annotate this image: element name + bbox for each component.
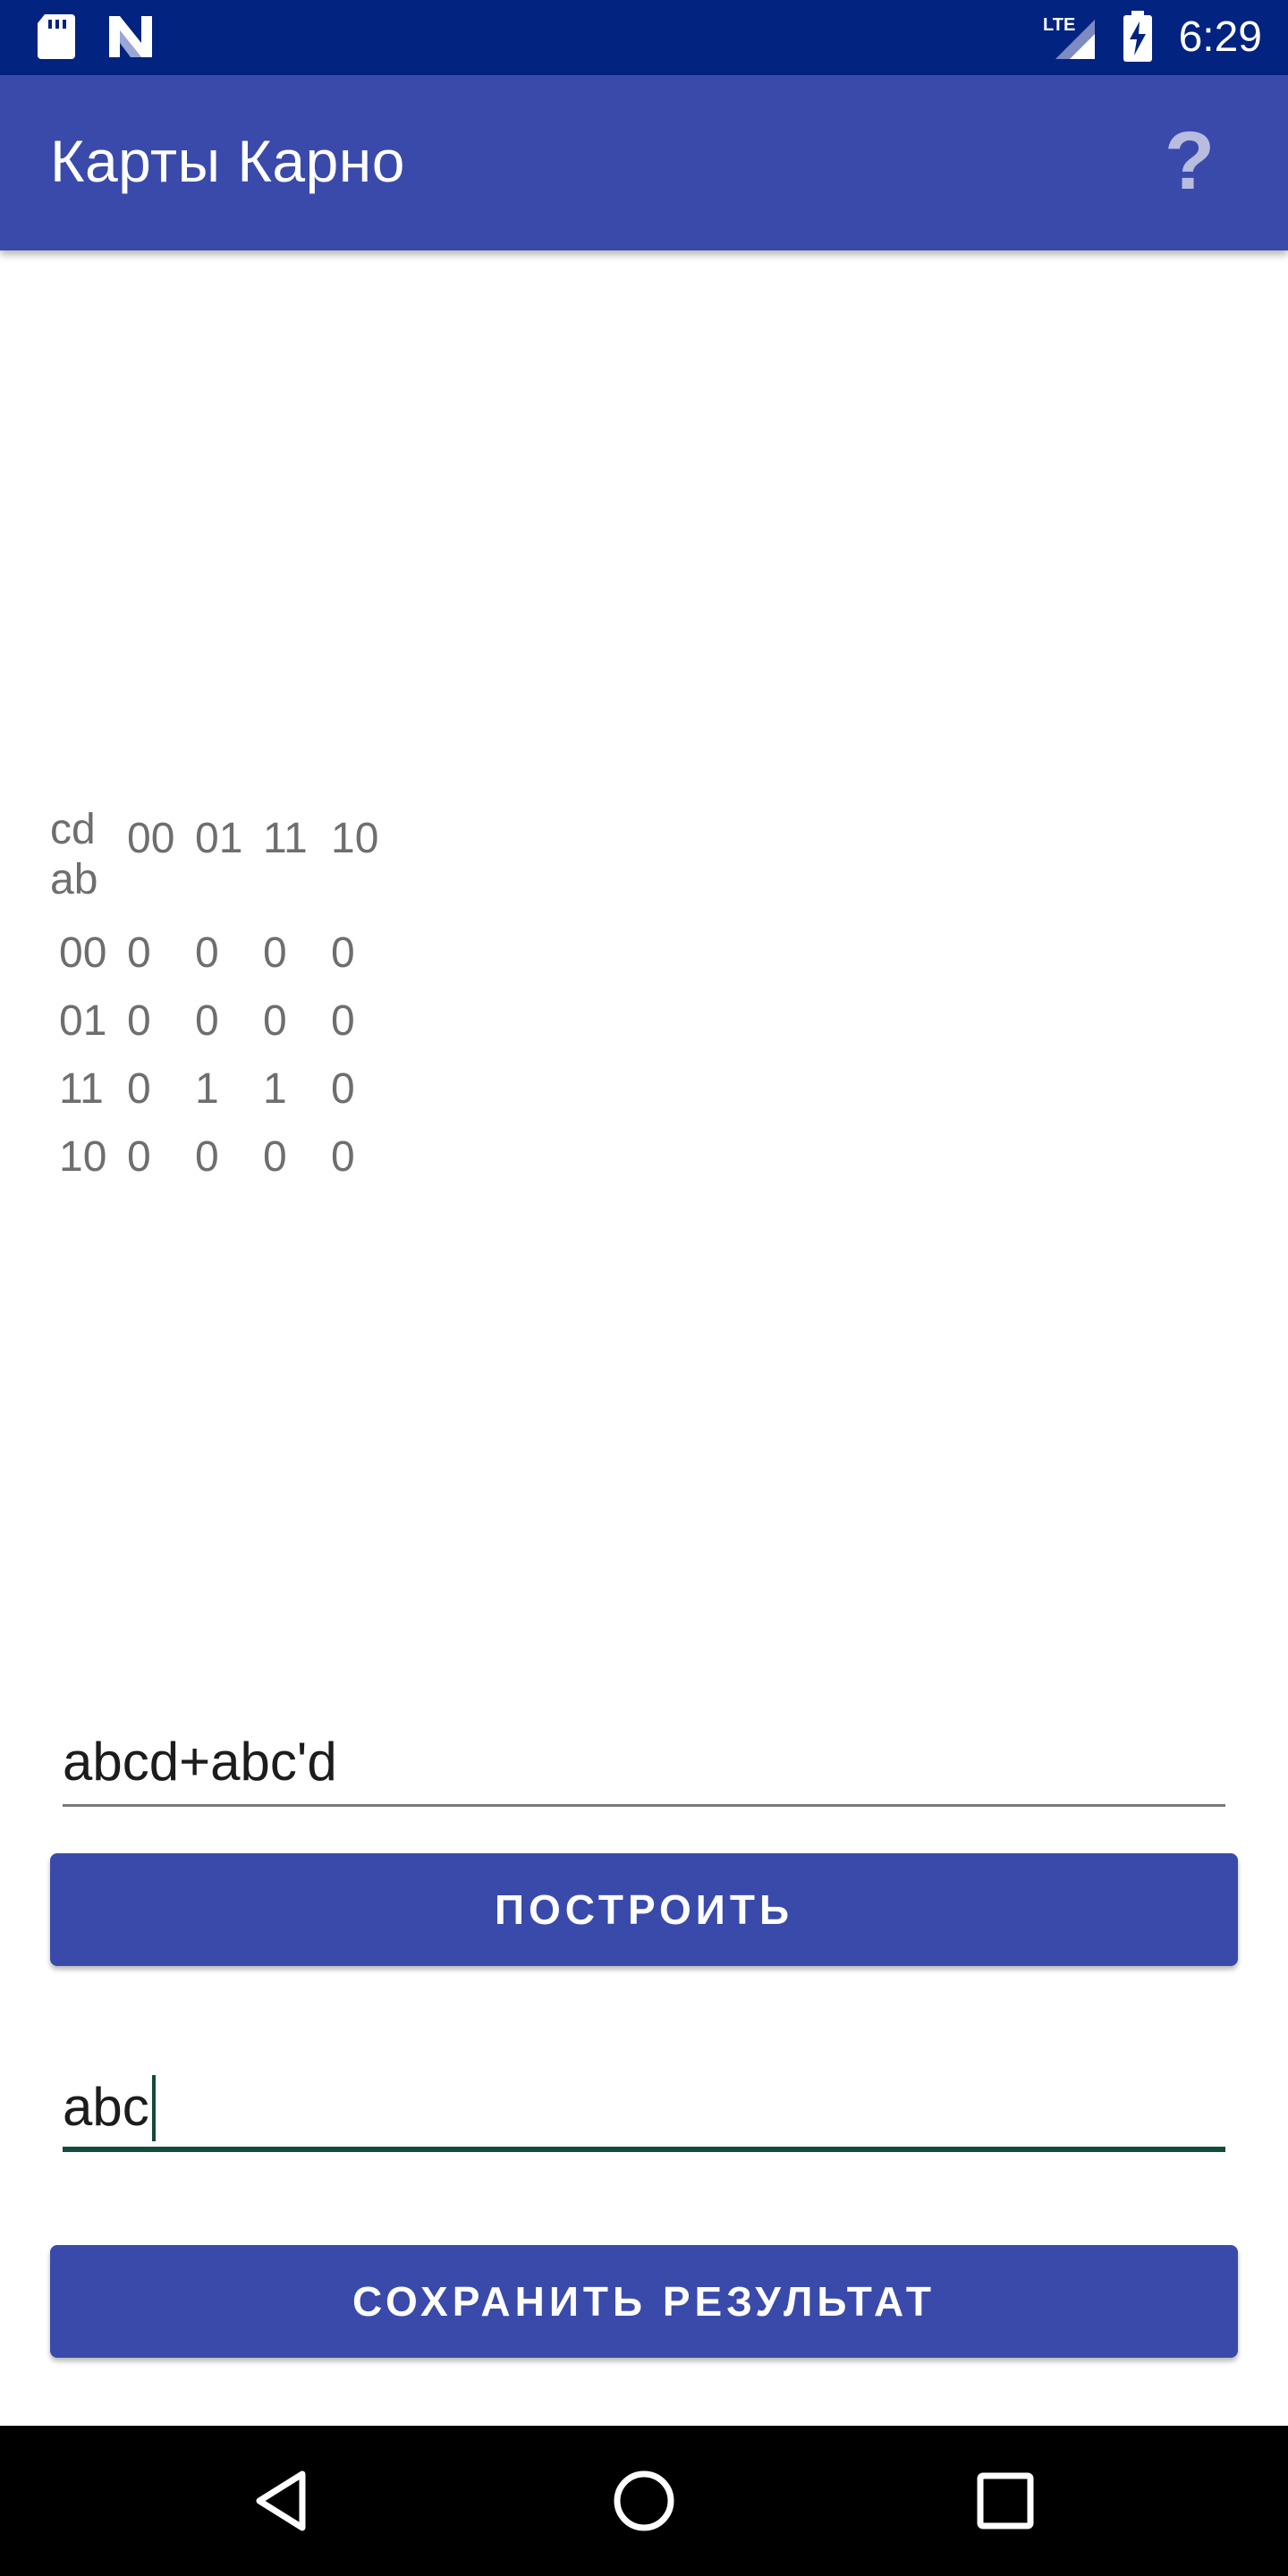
kmap-cell: 0 xyxy=(263,929,287,977)
kmap-cell: 1 xyxy=(195,1065,219,1113)
kmap-cell: 0 xyxy=(331,1065,355,1113)
help-button[interactable]: ? xyxy=(1145,116,1234,206)
expression-field xyxy=(63,1721,1225,1807)
kmap-row-header: 00 xyxy=(59,929,107,977)
expression-input[interactable] xyxy=(63,1721,1225,1801)
kmap-row-header: 10 xyxy=(59,1133,107,1181)
signal-icon: LTE xyxy=(1043,13,1098,65)
kmap-cell: 0 xyxy=(195,929,219,977)
kmap-col-header: 11 xyxy=(263,815,308,862)
kmap-cell: 0 xyxy=(127,929,151,977)
home-icon[interactable] xyxy=(608,2465,680,2537)
kmap-col-header: 10 xyxy=(331,815,379,862)
network-type-label: LTE xyxy=(1043,15,1075,35)
status-bar: LTE 6:29 xyxy=(0,0,1288,75)
app-title: Карты Карно xyxy=(50,128,405,194)
kmap-cell: 0 xyxy=(331,997,355,1045)
kmap-row-header: 01 xyxy=(59,997,107,1045)
battery-charging-icon xyxy=(1122,11,1154,67)
kmap-col-header: 01 xyxy=(195,815,243,862)
kmap-cell: 0 xyxy=(127,1133,151,1181)
kmap-cell: 0 xyxy=(127,997,151,1045)
build-button[interactable]: ПОСТРОИТЬ xyxy=(50,1853,1238,1966)
app-bar: Карты Карно ? xyxy=(0,75,1288,250)
navigation-bar xyxy=(0,2426,1288,2576)
result-underline xyxy=(63,2147,1225,2152)
save-result-button[interactable]: СОХРАНИТЬ РЕЗУЛЬТАТ xyxy=(50,2245,1238,2358)
kmap-cell: 0 xyxy=(127,1065,151,1113)
result-input[interactable] xyxy=(63,2066,1225,2147)
kmap-cell: 0 xyxy=(195,997,219,1045)
kmap-cell: 0 xyxy=(195,1133,219,1181)
kmap-col-header: 00 xyxy=(127,815,175,862)
sd-card-icon xyxy=(36,13,77,65)
kmap-col-variables: cd xyxy=(50,806,96,853)
kmap-cell: 0 xyxy=(263,1133,287,1181)
kmap-cell: 0 xyxy=(331,929,355,977)
back-icon[interactable] xyxy=(247,2465,318,2537)
kmap-cell: 0 xyxy=(263,997,287,1045)
recents-icon[interactable] xyxy=(970,2465,1041,2537)
kmap-cell: 1 xyxy=(263,1065,287,1113)
kmap-corner-label: cd ab xyxy=(50,805,140,905)
kmap-row-header: 11 xyxy=(59,1065,104,1113)
kmap-row-variables: ab xyxy=(50,856,98,903)
status-time: 6:29 xyxy=(1178,13,1262,61)
screen: LTE 6:29 Карты Карно ? cd ab 00 01 11 10… xyxy=(0,0,1288,2576)
kmap-cell: 0 xyxy=(331,1133,355,1181)
notification-n-icon xyxy=(106,13,156,65)
text-cursor xyxy=(152,2075,156,2141)
help-icon: ? xyxy=(1164,115,1216,207)
expression-underline xyxy=(63,1804,1225,1807)
result-field xyxy=(63,2066,1225,2152)
